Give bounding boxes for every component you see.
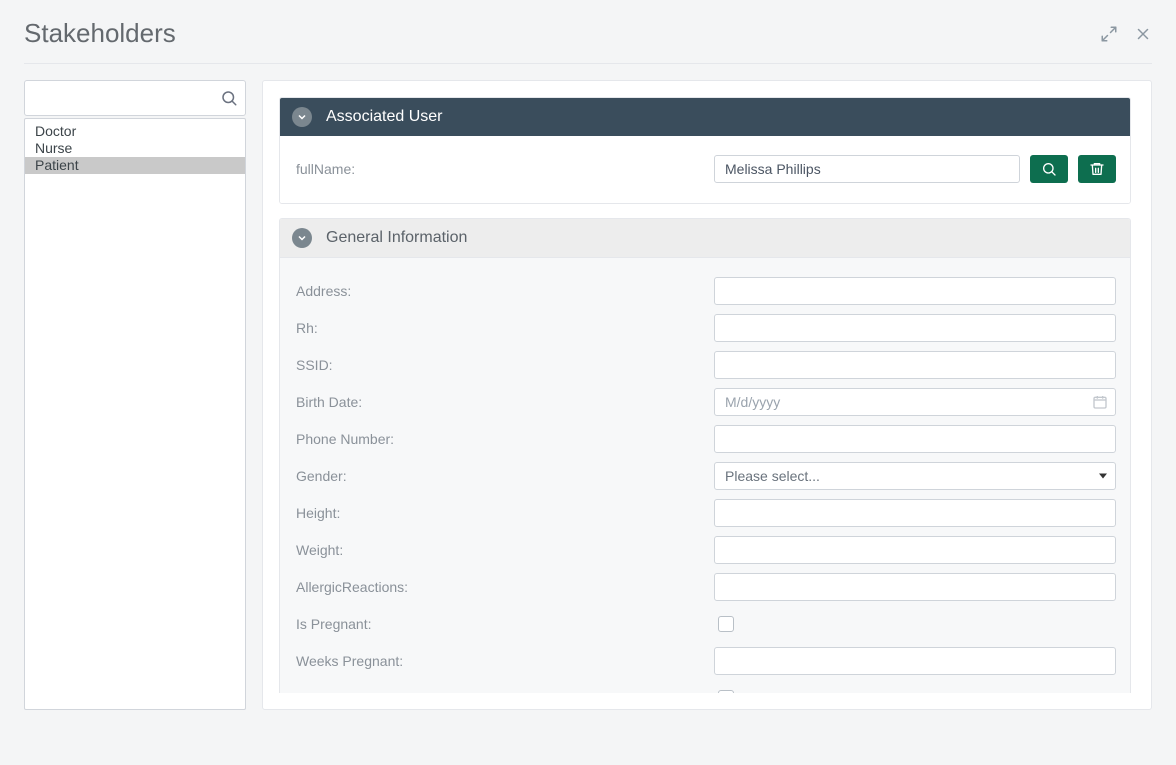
select-gender[interactable]: Please select... [714,462,1116,490]
input-weeks-pregnant[interactable] [714,647,1116,675]
clear-user-button[interactable] [1078,155,1116,183]
main-panel: Associated User fullName: [262,80,1152,710]
section-general-info-body: Address: Rh: SSID: Birth Date: [280,257,1130,693]
input-ssid[interactable] [714,351,1116,379]
section-associated-user-body: fullName: [280,136,1130,203]
input-birth-date[interactable] [714,388,1116,416]
section-associated-user-header[interactable]: Associated User [280,98,1130,136]
label-fullname: fullName: [294,161,714,177]
lookup-user-button[interactable] [1030,155,1068,183]
label-weeks-pregnant: Weeks Pregnant: [294,653,714,669]
row-rh: Rh: [294,309,1116,346]
sidebar-item-patient[interactable]: Patient [25,157,245,174]
checkbox-birth-type-selected[interactable] [718,690,734,694]
close-icon[interactable] [1134,25,1152,43]
window-controls [1100,25,1152,43]
chevron-down-icon [292,228,312,248]
label-is-pregnant: Is Pregnant: [294,616,714,632]
page-title: Stakeholders [24,18,176,49]
expand-icon[interactable] [1100,25,1118,43]
section-general-info-header[interactable]: General Information [280,219,1130,257]
sidebar-search-input[interactable] [24,80,246,116]
row-birth-date: Birth Date: [294,383,1116,420]
section-associated-user-title: Associated User [326,108,443,126]
label-phone-number: Phone Number: [294,431,714,447]
sidebar-tree: Doctor Nurse Patient [24,118,246,710]
label-ssid: SSID: [294,357,714,373]
input-fullname[interactable] [714,155,1020,183]
sidebar-item-doctor[interactable]: Doctor [25,123,245,140]
input-allergic-reactions[interactable] [714,573,1116,601]
row-ssid: SSID: [294,346,1116,383]
input-address[interactable] [714,277,1116,305]
row-fullname: fullName: [294,150,1116,187]
sidebar: Doctor Nurse Patient [24,80,246,710]
sidebar-search [24,80,246,116]
row-height: Height: [294,494,1116,531]
row-gender: Gender: Please select... [294,457,1116,494]
row-is-pregnant: Is Pregnant: [294,605,1116,642]
row-phone-number: Phone Number: [294,420,1116,457]
row-weeks-pregnant: Weeks Pregnant: [294,642,1116,679]
calendar-icon[interactable] [1092,394,1108,410]
row-allergic-reactions: AllergicReactions: [294,568,1116,605]
main-scroll[interactable]: Associated User fullName: [279,97,1143,693]
section-general-info-title: General Information [326,229,467,247]
label-birth-type-selected: Birth Type Selected: [294,690,714,694]
input-weight[interactable] [714,536,1116,564]
body: Doctor Nurse Patient Associated User [24,80,1152,710]
select-gender-value: Please select... [725,468,820,484]
input-rh[interactable] [714,314,1116,342]
label-rh: Rh: [294,320,714,336]
caret-down-icon [1099,473,1107,478]
chevron-down-icon [292,107,312,127]
label-weight: Weight: [294,542,714,558]
row-address: Address: [294,272,1116,309]
sidebar-item-nurse[interactable]: Nurse [25,140,245,157]
titlebar: Stakeholders [24,18,1152,64]
input-phone-number[interactable] [714,425,1116,453]
input-height[interactable] [714,499,1116,527]
label-address: Address: [294,283,714,299]
section-general-info: General Information Address: Rh: SSID: [279,218,1131,693]
label-gender: Gender: [294,468,714,484]
row-birth-type-selected: Birth Type Selected: [294,679,1116,693]
modal-window: Stakeholders [0,0,1176,765]
checkbox-is-pregnant[interactable] [718,616,734,632]
label-height: Height: [294,505,714,521]
row-weight: Weight: [294,531,1116,568]
section-associated-user: Associated User fullName: [279,97,1131,204]
label-allergic-reactions: AllergicReactions: [294,579,714,595]
search-icon[interactable] [220,89,238,107]
label-birth-date: Birth Date: [294,394,714,410]
